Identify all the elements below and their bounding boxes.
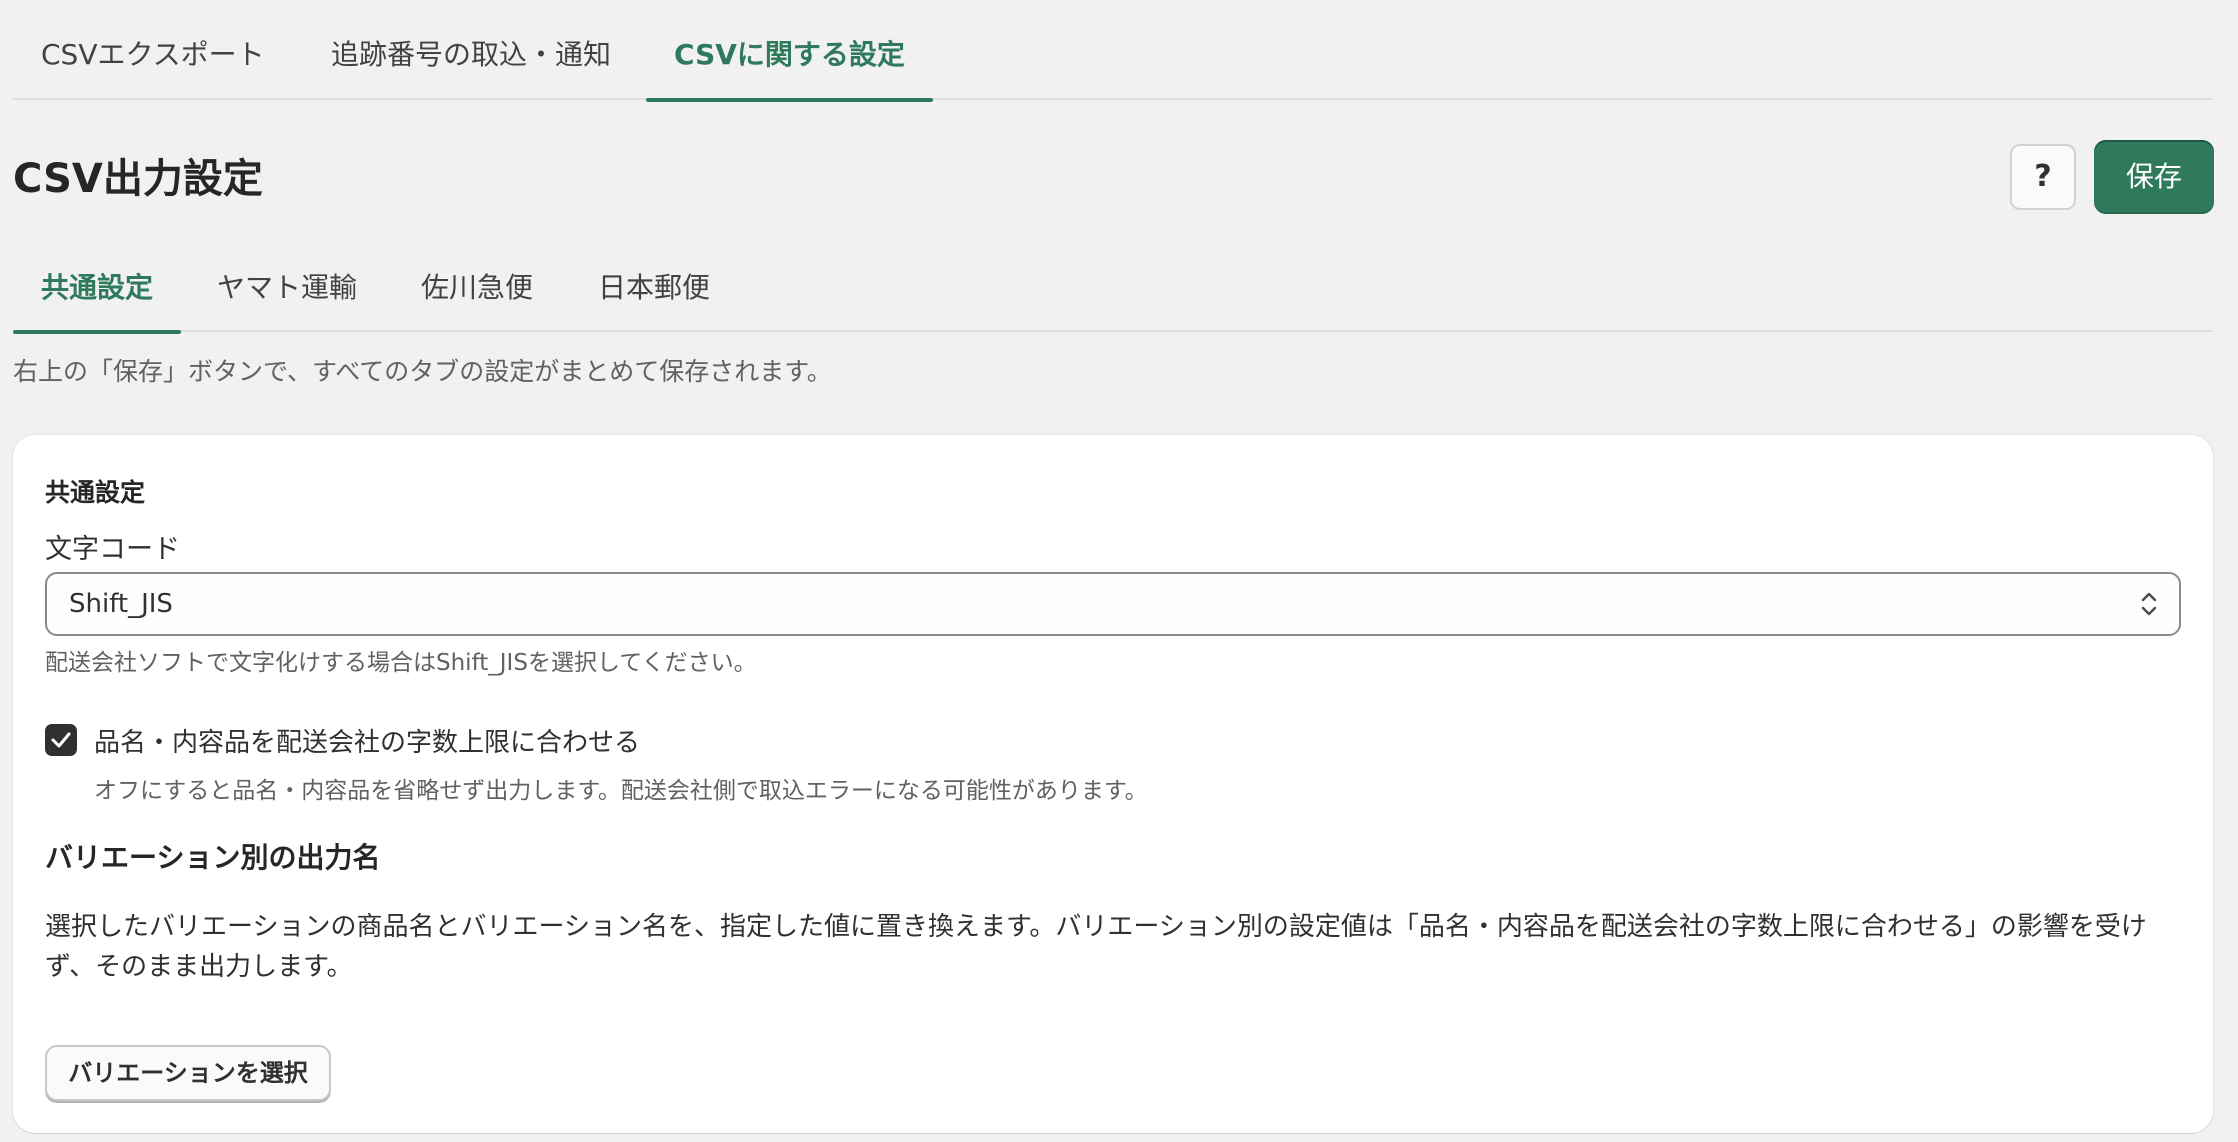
help-button[interactable]: ? bbox=[2010, 144, 2076, 210]
tab-yamato[interactable]: ヤマト運輸 bbox=[217, 250, 357, 332]
truncate-checkbox[interactable] bbox=[45, 724, 77, 756]
variation-section-heading: バリエーション別の出力名 bbox=[45, 841, 381, 874]
encoding-select-value: Shift_JIS bbox=[69, 589, 173, 619]
csv-settings-page: CSVエクスポート 追跡番号の取込・通知 CSVに関する設定 CSV出力設定 ?… bbox=[0, 0, 2238, 1142]
tab-japan-post[interactable]: 日本郵便 bbox=[598, 250, 710, 332]
tab-tracking-import[interactable]: 追跡番号の取込・通知 bbox=[331, 0, 611, 100]
save-note: 右上の「保存」ボタンで、すべてのタブの設定がまとめて保存されます。 bbox=[13, 357, 832, 386]
top-tab-bar: CSVエクスポート 追跡番号の取込・通知 CSVに関する設定 bbox=[13, 0, 2213, 102]
tab-csv-export[interactable]: CSVエクスポート bbox=[41, 0, 265, 100]
checkmark-icon bbox=[51, 732, 71, 748]
card-section-title: 共通設定 bbox=[45, 478, 146, 507]
variation-section-description: 選択したバリエーションの商品名とバリエーション名を、指定した値に置き換えます。バ… bbox=[45, 912, 2147, 982]
common-settings-card: 共通設定 文字コード Shift_JIS 配送会社ソフトで文字化けする場合はSh… bbox=[13, 435, 2213, 1133]
tab-common[interactable]: 共通設定 bbox=[12, 250, 182, 334]
truncate-checkbox-label[interactable]: 品名・内容品を配送会社の字数上限に合わせる bbox=[94, 722, 640, 759]
select-variation-button[interactable]: バリエーションを選択 bbox=[45, 1045, 331, 1101]
save-button[interactable]: 保存 bbox=[2094, 140, 2214, 214]
encoding-label: 文字コード bbox=[45, 534, 180, 565]
page-title: CSV出力設定 bbox=[13, 156, 263, 202]
truncate-help-text: オフにすると品名・内容品を省略せず出力します。配送会社側で取込エラーになる可能性… bbox=[94, 778, 1148, 804]
select-chevrons-icon bbox=[2141, 592, 2157, 616]
tab-csv-settings[interactable]: CSVに関する設定 bbox=[646, 0, 933, 102]
carrier-tab-bar: 共通設定 ヤマト運輸 佐川急便 日本郵便 bbox=[12, 250, 2213, 334]
encoding-select[interactable]: Shift_JIS bbox=[45, 572, 2181, 636]
encoding-help-text: 配送会社ソフトで文字化けする場合はShift_JISを選択してください。 bbox=[45, 650, 757, 676]
tab-sagawa[interactable]: 佐川急便 bbox=[421, 250, 533, 332]
